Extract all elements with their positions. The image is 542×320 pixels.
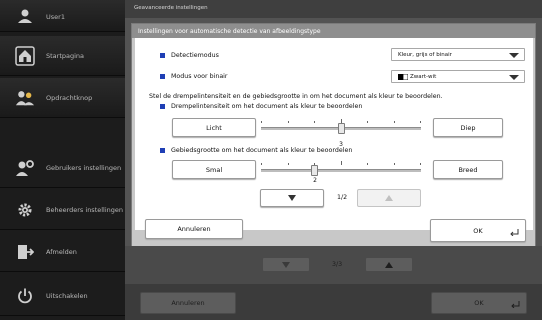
sidebar-item-beheerders-instellingen[interactable]: Beheerders instellingen (0, 190, 125, 230)
main-page-indicator: 3/3 (332, 261, 343, 268)
sidebar-item-label: Opdrachtknop (46, 94, 93, 102)
slider-tick (367, 121, 368, 123)
main-pager-band: 3/3 (125, 246, 542, 284)
bullet-icon (160, 53, 165, 58)
dialog-next-page-button[interactable] (357, 189, 421, 207)
triangle-up-icon (385, 195, 393, 201)
user-settings-icon (15, 158, 35, 178)
area-value: 2 (313, 177, 317, 184)
sidebar-item-opdrachtknop[interactable]: Opdrachtknop (0, 78, 125, 118)
slider-thumb[interactable] (338, 123, 345, 134)
dialog-ok-button[interactable]: OK (430, 219, 526, 242)
main-cancel-button[interactable]: Annuleren (140, 292, 236, 314)
detect-mode-label: Detectiemodus (171, 52, 219, 59)
slider-tick (341, 161, 342, 165)
main-ok-button[interactable]: OK (431, 292, 527, 314)
slider-tick (367, 163, 368, 165)
dialog-page-indicator: 1/2 (337, 194, 348, 201)
detect-mode-value: Kleur, grijs of binair (398, 51, 452, 58)
slider-tick (341, 119, 342, 123)
dialog-prev-page-button[interactable] (260, 189, 324, 207)
dialog-cancel-button[interactable]: Annuleren (145, 219, 243, 239)
threshold-deep-button[interactable]: Diep (433, 118, 503, 137)
triangle-down-icon (282, 261, 290, 268)
bullet-icon (160, 104, 165, 109)
slider-thumb[interactable] (311, 165, 318, 176)
threshold-description: Stel de drempelintensiteit en de gebieds… (149, 93, 443, 100)
sidebar-item-label: Startpagina (46, 52, 85, 60)
logout-icon (15, 242, 35, 262)
slider-tick (314, 121, 315, 123)
slider-track (261, 169, 421, 172)
page-title: Geavanceerde instellingen (125, 0, 542, 18)
users-icon (15, 88, 35, 108)
enter-icon (510, 229, 519, 236)
main-next-page-button[interactable] (365, 257, 413, 272)
sidebar-item-label: Gebruikers instellingen (46, 164, 122, 172)
slider-tick (420, 121, 421, 123)
user-panel: User1 (0, 0, 125, 32)
main-prev-page-button[interactable] (262, 257, 310, 272)
slider-tick (420, 163, 421, 165)
area-wide-button[interactable]: Breed (433, 160, 503, 179)
threshold-slider[interactable] (261, 116, 421, 140)
sidebar-item-label: Beheerders instellingen (46, 206, 124, 214)
sidebar-item-label: Uitschakelen (46, 292, 88, 300)
slider-tick (261, 163, 262, 165)
slider-tick (288, 163, 289, 165)
home-icon (15, 46, 35, 66)
power-icon (15, 286, 35, 306)
sidebar-item-startpagina[interactable]: Startpagina (0, 36, 125, 76)
slider-tick (261, 121, 262, 123)
sidebar-item-label: Afmelden (46, 248, 77, 256)
binary-mode-label: Modus voor binair (171, 73, 228, 80)
bullet-icon (160, 74, 165, 79)
dropdown-arrow-icon (509, 53, 519, 58)
sidebar-item-gebruikers-instellingen[interactable]: Gebruikers instellingen (0, 148, 125, 188)
area-narrow-button[interactable]: Smal (172, 160, 256, 179)
threshold-label: Drempelintensiteit om het document als k… (171, 103, 363, 110)
main-ok-label: OK (474, 299, 484, 307)
dropdown-arrow-icon (509, 75, 519, 80)
detect-mode-select[interactable]: Kleur, grijs of binair (391, 48, 525, 61)
sidebar-item-afmelden[interactable]: Afmelden (0, 232, 125, 272)
dialog-body: Detectiemodus Kleur, grijs of binair Mod… (135, 38, 533, 230)
enter-icon (511, 301, 520, 308)
slider-tick (394, 163, 395, 165)
user-icon (15, 6, 35, 26)
slider-tick (288, 121, 289, 123)
sidebar-item-uitschakelen[interactable]: Uitschakelen (0, 276, 125, 316)
user-name: User1 (46, 13, 65, 21)
dialog-ok-label: OK (473, 226, 483, 235)
black-white-icon (398, 74, 408, 80)
sidebar: User1 Startpagina Opdrachtknop Gebruiker… (0, 0, 125, 320)
slider-tick (314, 163, 315, 165)
bullet-icon (160, 148, 165, 153)
dialog-title: Instellingen voor automatische detectie … (132, 24, 535, 38)
binary-mode-select[interactable]: Zwart-wit (391, 70, 525, 83)
binary-mode-value: Zwart-wit (410, 73, 437, 80)
threshold-light-button[interactable]: Licht (172, 118, 256, 137)
triangle-up-icon (385, 261, 393, 268)
area-label: Gebiedsgrootte om het document als kleur… (171, 147, 353, 154)
main-footer: Annuleren OK (125, 284, 542, 320)
detection-settings-dialog: Instellingen voor automatische detectie … (131, 23, 536, 246)
triangle-down-icon (288, 195, 296, 201)
slider-tick (394, 121, 395, 123)
gear-icon (15, 200, 35, 220)
area-slider[interactable] (261, 158, 421, 182)
